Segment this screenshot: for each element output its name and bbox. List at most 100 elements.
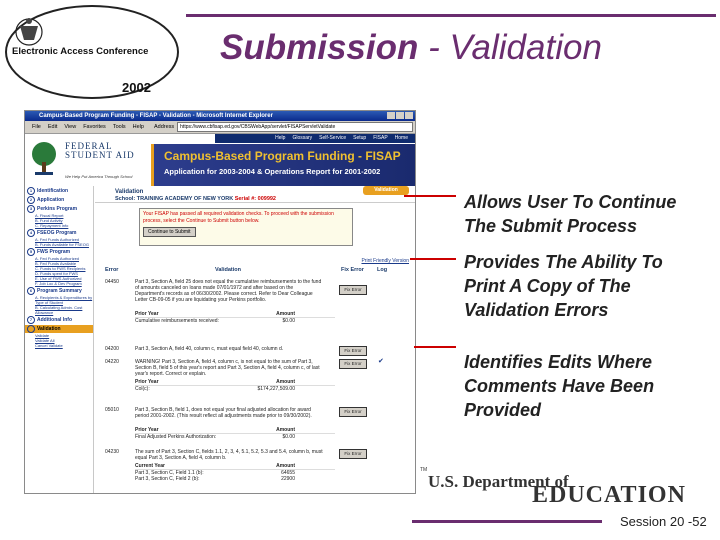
fix-error-button[interactable]: Fix Error [339, 359, 367, 369]
sidebar-number: 1 [27, 187, 35, 195]
subtable-cell: Col(c): [135, 386, 150, 392]
fsa-nav: Help Glossary Self-Service Setup FISAP H… [215, 134, 415, 143]
minimize-button[interactable] [387, 112, 395, 119]
sidebar-number: 6 [27, 287, 35, 295]
connector-continue [404, 195, 456, 197]
sidebar-label: Validation [37, 326, 61, 332]
subtable-header: Current Year Amount [135, 463, 335, 470]
fisap-sidebar: 1 Identification 2 Application 3 Perkins Prog… [25, 186, 94, 493]
menu-favorites[interactable]: Favorites [83, 124, 106, 130]
subtable-cell: Final Adjusted Perkins Authorization: [135, 434, 217, 440]
maximize-button[interactable] [396, 112, 404, 119]
banner-subtitle: Application for 2003-2004 & Operations R… [164, 167, 381, 176]
sidebar-sub-link[interactable]: Cancel Validate [25, 343, 93, 348]
connector-print [410, 258, 456, 260]
sidebar-sub-link[interactable]: B. Funds Available for FSEOG [25, 242, 93, 247]
error-code: 04220 [105, 359, 119, 365]
subtable-row: Col(c): $174,227,509.00 [135, 386, 335, 392]
banner-title: Campus-Based Program Funding - FISAP [164, 149, 401, 163]
close-button[interactable] [405, 112, 413, 119]
fsa-tree-icon [32, 142, 56, 175]
error-message: Part 3, Section A, field 40, column c, m… [135, 346, 284, 352]
nav-home[interactable]: Home [395, 134, 408, 143]
subtable-row: Part 3, Section C, Field 2 (b): 22900 [135, 476, 335, 482]
menu-tools[interactable]: Tools [113, 124, 126, 130]
subtable-cell: 22900 [281, 476, 295, 482]
sidebar-number [27, 325, 35, 333]
column-headers: Error Validation Fix Error Log [95, 266, 415, 275]
subtable-header: Prior Year Amount [135, 427, 335, 434]
subtable-row: Cumulative reimbursements received: $0.00 [135, 318, 335, 324]
sidebar-item[interactable]: 3 Perkins Program [25, 205, 93, 213]
subtable-header: Prior Year Amount [135, 379, 335, 386]
nav-help[interactable]: Help [275, 134, 285, 143]
nav-setup[interactable]: Setup [353, 134, 366, 143]
validation-notice: Your FISAP has passed all required valid… [139, 208, 353, 246]
menu-edit[interactable]: Edit [48, 124, 57, 130]
sidebar-item[interactable]: 4 FSEOG Program [25, 229, 93, 237]
continue-to-submit-button[interactable]: Continue to Submit [143, 227, 196, 237]
fix-error-button[interactable]: Fix Error [339, 285, 367, 295]
nav-self-service[interactable]: Self-Service [319, 134, 346, 143]
sidebar-sub-link[interactable]: C. Repayment Info [25, 223, 93, 228]
col-error: Error [105, 267, 119, 273]
col-fix-error: Fix Error [341, 267, 364, 273]
sidebar-label: FSEOG Program [37, 230, 77, 236]
print-friendly-link[interactable]: Print Friendly Version [361, 258, 409, 264]
section-title: Validation [115, 189, 144, 195]
subtable-cell: Part 3, Section C, Field 2 (b): [135, 476, 200, 482]
menu-help[interactable]: Help [133, 124, 144, 130]
validation-screenshot: Campus-Based Program Funding - FISAP - V… [24, 110, 416, 494]
sidebar-sub-link[interactable]: B. Calculating Admin. Cost Allowance [25, 305, 93, 315]
sidebar-label: FWS Program [37, 249, 71, 255]
sidebar-sub-link[interactable]: A. Recipients & Expenditures by Type of … [25, 295, 93, 305]
fix-error-button[interactable]: Fix Error [339, 346, 367, 356]
subtable-cell: $0.00 [282, 434, 295, 440]
fsa-banner: Campus-Based Program Funding - FISAP App… [151, 144, 415, 186]
sidebar-item[interactable]: Validation [25, 325, 93, 333]
logo-year: 2002 [122, 80, 151, 95]
error-message: WARNING! Part 3, Section A, field 4, col… [135, 359, 320, 377]
subtable-row: Final Adjusted Perkins Authorization: $0.… [135, 434, 335, 440]
connector-comments [414, 346, 456, 348]
sidebar-label: Application [37, 197, 65, 203]
callout-continue: Allows User To Continue The Submit Proces… [464, 192, 677, 236]
subtable-header-cell: Amount [276, 463, 295, 469]
error-message: Part 3, Section A, field 25 does not equ… [135, 279, 322, 303]
sidebar-label: Perkins Program [37, 206, 78, 212]
address-input[interactable]: https://www.cbfisap.ed.gov/CBSWebApp/ser… [177, 122, 413, 132]
sidebar-number: 3 [27, 205, 35, 213]
window-title: Campus-Based Program Funding - FISAP - V… [39, 113, 273, 119]
menu-file[interactable]: File [32, 124, 41, 130]
subtable-cell: $0.00 [282, 318, 295, 324]
amount-subtable: Prior Year Amount Final Adjusted Perkins A… [135, 427, 335, 440]
sidebar-item[interactable]: 2 Application [25, 196, 93, 204]
sidebar-item[interactable]: 1 Identification [25, 187, 93, 195]
sidebar-item[interactable]: 7 Additional Info [25, 316, 93, 324]
subtable-cell: Cumulative reimbursements received: [135, 318, 219, 324]
ie-title-bar: Campus-Based Program Funding - FISAP - V… [25, 111, 415, 121]
fix-error-button[interactable]: Fix Error [339, 407, 367, 417]
bottom-divider [412, 520, 602, 523]
error-code: 05010 [105, 407, 119, 413]
subtable-header-cell: Amount [276, 379, 295, 385]
nav-glossary[interactable]: Glossary [292, 134, 312, 143]
nav-fisap[interactable]: FISAP [373, 134, 387, 143]
amount-subtable: Prior Year Amount Col(c): $174,227,509.00 [135, 379, 335, 392]
amount-subtable: Prior Year Amount Cumulative reimbursement… [135, 311, 335, 324]
validation-tab[interactable]: Validation [363, 186, 409, 195]
menu-view[interactable]: View [64, 124, 76, 130]
error-message: Part 3, Section B, field 1, does not equ… [135, 407, 312, 419]
sidebar-number: 7 [27, 316, 35, 324]
fsa-header: FEDERAL STUDENT AID We Help Put America T… [25, 134, 415, 187]
fix-error-button[interactable]: Fix Error [339, 449, 367, 459]
sidebar-sub-link[interactable]: F. Job Loc & Dev Program [25, 281, 93, 286]
callout-comments: Identifies Edits Where Comments Have Been… [464, 352, 655, 420]
logo-title: Electronic Access Conference [12, 46, 149, 57]
ie-menu-bar: File Edit View Favorites Tools Help Addr… [25, 121, 415, 134]
comment-check-icon: ✔ [378, 358, 384, 365]
sidebar-item[interactable]: 6 Program Summary [25, 287, 93, 295]
sidebar-item[interactable]: 5 FWS Program [25, 248, 93, 256]
validation-header: Validation School: TRAINING ACADEMY OF N… [95, 186, 415, 203]
sidebar-label: Additional Info [37, 317, 72, 323]
